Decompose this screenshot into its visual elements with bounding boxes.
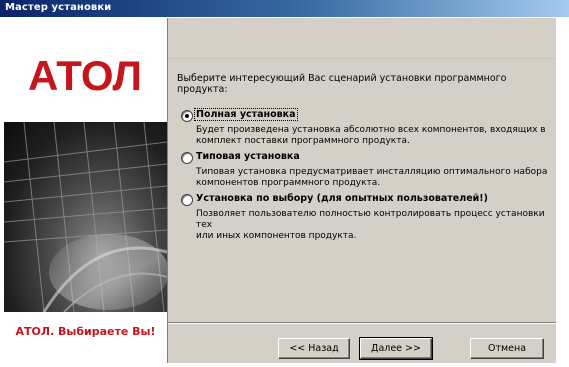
- sidebar: АТОЛ АТОЛ. Выбираете Вы!: [4, 18, 167, 363]
- window-edge: [556, 18, 569, 363]
- main-panel: Выберите интересующий Вас сценарий устан…: [167, 18, 556, 363]
- radio-full-install[interactable]: [181, 110, 193, 122]
- installer-window: Мастер установки АТОЛ АТОЛ. Выбираете Вы…: [0, 0, 569, 367]
- option-description: Будет произведена установка абсолютно вс…: [196, 125, 546, 146]
- prompt-text: Выберите интересующий Вас сценарий устан…: [177, 73, 507, 95]
- option-label[interactable]: Полная установка: [194, 108, 298, 121]
- next-button[interactable]: Далее >>: [359, 337, 433, 360]
- radio-typical-install[interactable]: [181, 152, 193, 164]
- title-bar[interactable]: Мастер установки: [0, 0, 569, 17]
- decorative-image: [4, 122, 167, 312]
- cancel-button[interactable]: Отмена: [470, 338, 544, 359]
- window-title: Мастер установки: [5, 2, 112, 13]
- option-label[interactable]: Установка по выбору (для опытных пользов…: [196, 193, 488, 204]
- radio-selected-dot: [185, 114, 189, 118]
- back-button[interactable]: << Назад: [278, 338, 350, 359]
- atol-logo: АТОЛ: [4, 18, 167, 120]
- option-description: Позволяет пользователю полностью контрол…: [196, 209, 545, 241]
- radio-custom-install[interactable]: [181, 194, 193, 206]
- separator: [168, 322, 556, 324]
- header-band: [168, 18, 556, 59]
- option-label[interactable]: Типовая установка: [196, 151, 300, 162]
- slogan: АТОЛ. Выбираете Вы!: [15, 325, 156, 338]
- option-description: Типовая установка предусматривает инстал…: [196, 167, 548, 188]
- logo-text: АТОЛ: [28, 52, 142, 99]
